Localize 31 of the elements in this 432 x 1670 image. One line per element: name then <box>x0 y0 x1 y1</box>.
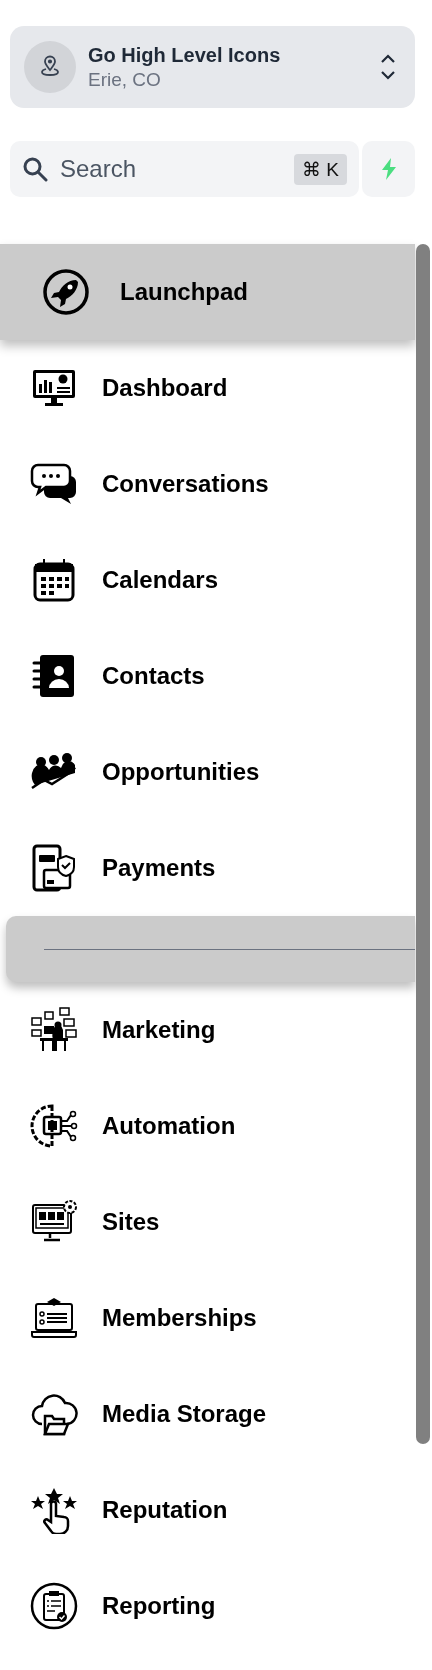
nav-item[interactable]: Dashboard <box>0 340 415 436</box>
nav-item[interactable]: Opportunities <box>0 724 415 820</box>
search-bar[interactable]: Search ⌘ K <box>10 141 359 197</box>
location-pin-icon <box>24 41 76 93</box>
location-switcher[interactable]: Go High Level Icons Erie, CO <box>10 26 415 108</box>
nav-item[interactable]: Sites <box>0 1174 415 1270</box>
location-name: Go High Level Icons <box>88 43 282 67</box>
nav-item[interactable]: Memberships <box>0 1270 415 1366</box>
search-input[interactable]: Search <box>60 155 283 183</box>
nav-item[interactable]: Contacts <box>0 628 415 724</box>
stars-hand-icon <box>30 1486 78 1534</box>
nav-item[interactable]: Conversations <box>0 436 415 532</box>
search-icon <box>22 156 48 182</box>
clipboard-check-icon <box>30 1582 78 1630</box>
location-address: Erie, CO <box>88 68 162 91</box>
chevron-updown-icon <box>379 52 397 82</box>
rocket-icon <box>42 268 90 316</box>
marketing-person-icon <box>30 1006 78 1054</box>
scrollbar[interactable] <box>416 244 430 1444</box>
phone-payment-icon <box>30 844 78 892</box>
nav-item[interactable]: Calendars <box>0 532 415 628</box>
nav-item[interactable]: Marketing <box>0 982 415 1078</box>
nav-item[interactable]: Automation <box>0 1078 415 1174</box>
nav-item[interactable]: Reporting <box>0 1558 415 1654</box>
nav-item[interactable]: Launchpad <box>0 244 415 340</box>
nav-item[interactable]: Reputation <box>0 1462 415 1558</box>
nav-item[interactable]: Media Storage <box>0 1366 415 1462</box>
shortcut-hint: ⌘ K <box>294 153 347 185</box>
quick-action-button[interactable] <box>362 141 415 197</box>
nav-item[interactable]: Payments <box>0 820 415 916</box>
ai-gear-icon <box>30 1102 78 1150</box>
